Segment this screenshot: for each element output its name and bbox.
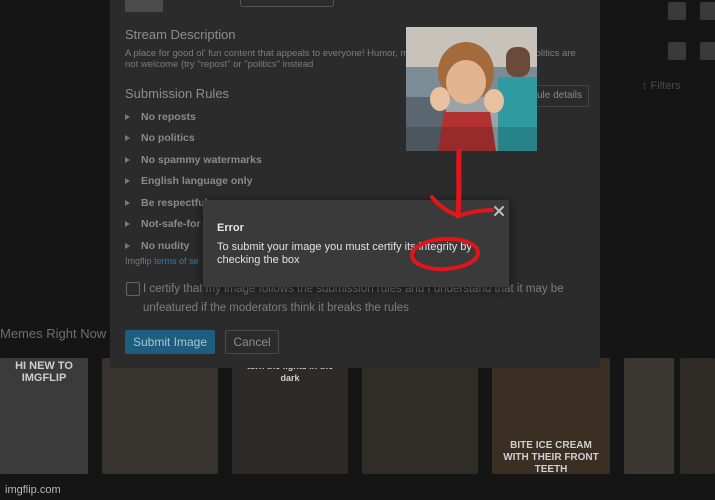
rule-details-button[interactable]: ule details	[530, 85, 590, 107]
rule-label: No politics	[141, 132, 195, 145]
reaction-photo	[406, 27, 537, 151]
submit-image-button[interactable]: Submit Image	[125, 330, 215, 354]
error-dialog: Error To submit your image you must cert…	[203, 200, 509, 287]
expand-triangle-icon	[125, 178, 130, 185]
submission-rules-heading: Submission Rules	[125, 86, 230, 101]
error-message: To submit your image you must certify it…	[217, 241, 472, 266]
close-icon[interactable]	[492, 204, 506, 218]
meme-thumbnail[interactable]: turn the lights in the dark	[232, 358, 348, 474]
meme-caption: BITE ICE CREAM WITH THEIR FRONT TEETH	[503, 440, 599, 474]
rule-item[interactable]: English language only	[125, 171, 262, 193]
terms-prefix: Imgflip	[125, 256, 152, 266]
expand-triangle-icon	[125, 135, 130, 142]
side-box-top-right	[700, 2, 715, 20]
stream-description-heading: Stream Description	[125, 27, 236, 42]
cancel-button[interactable]: Cancel	[225, 330, 279, 354]
terms-link[interactable]: terms of se	[154, 256, 199, 266]
meme-thumbnail[interactable]: BITE ICE CREAM WITH THEIR FRONT TEETH	[492, 358, 610, 474]
meme-thumbnail[interactable]	[680, 358, 715, 474]
memes-right-now-heading: Memes Right Now	[0, 326, 107, 341]
expand-triangle-icon	[125, 113, 130, 120]
meme-thumbnail[interactable]	[102, 358, 218, 474]
rule-item[interactable]: No reposts	[125, 106, 262, 128]
meme-thumbnail[interactable]	[624, 358, 674, 474]
rule-item[interactable]: No politics	[125, 128, 262, 150]
rule-item[interactable]: No spammy watermarks	[125, 149, 262, 171]
expand-triangle-icon	[125, 156, 130, 163]
title-input[interactable]	[240, 0, 334, 7]
terms-line: Imgflip terms of se	[125, 256, 199, 266]
error-title: Error	[217, 222, 244, 234]
rule-label: No spammy watermarks	[141, 153, 262, 166]
expand-triangle-icon	[125, 242, 130, 249]
expand-triangle-icon	[125, 199, 130, 206]
side-box-top	[668, 2, 686, 20]
rule-label: English language only	[141, 175, 253, 188]
rule-label: No reposts	[141, 110, 196, 123]
side-box-mid	[668, 42, 686, 60]
side-box-mid-right	[700, 42, 715, 60]
rule-label: Not-safe-for	[141, 218, 201, 231]
certify-checkbox[interactable]	[126, 282, 140, 296]
filters-link[interactable]: ↕ Filters	[642, 80, 681, 92]
image-preview-thumb	[125, 0, 163, 12]
expand-triangle-icon	[125, 221, 130, 228]
imgflip-watermark: imgflip.com	[5, 484, 61, 496]
rule-label: Be respectful	[141, 196, 208, 209]
meme-thumbnail-row: HI NEW TO IMGFLIP turn the lights in the…	[0, 358, 715, 474]
meme-caption: HI NEW TO IMGFLIP	[15, 360, 73, 384]
meme-thumbnail[interactable]	[362, 358, 478, 474]
rule-label: No nudity	[141, 239, 190, 252]
meme-thumbnail[interactable]: HI NEW TO IMGFLIP	[0, 358, 88, 474]
